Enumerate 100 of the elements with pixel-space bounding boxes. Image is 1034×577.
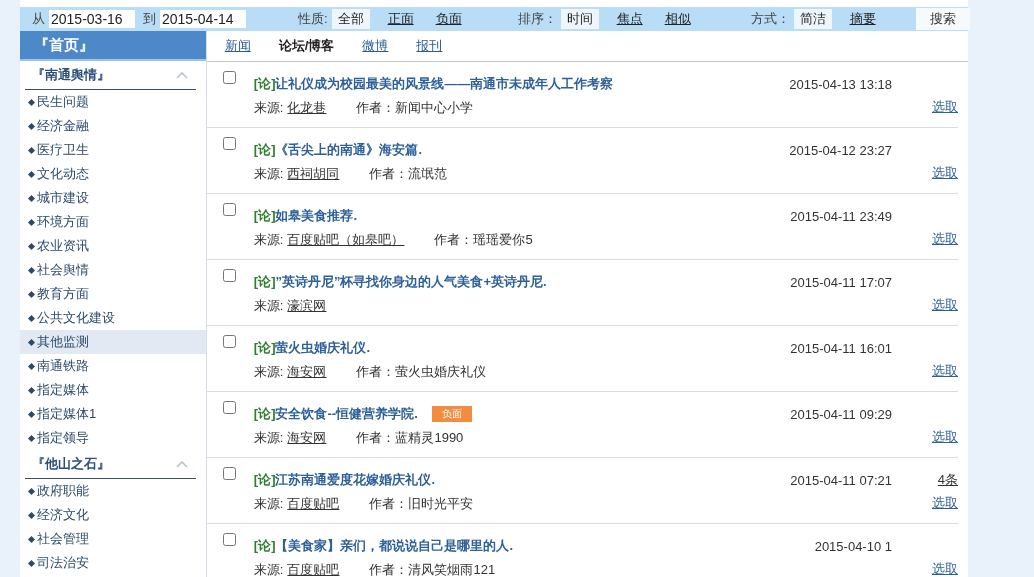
sidebar-item[interactable]: 南通铁路 (20, 354, 206, 378)
tab[interactable]: 新闻 (224, 37, 251, 55)
date-field[interactable]: 2015-04-14 (160, 10, 246, 28)
source-link[interactable]: 海安网 (287, 429, 327, 447)
article-title[interactable]: [论]让礼仪成为校园最美的风景线——南通市未成年人工作考察 (253, 75, 614, 93)
article-title[interactable]: [论]《舌尖上的南通》海安篇. (253, 141, 423, 159)
bullet-icon (27, 290, 36, 298)
source-link[interactable]: 西祠胡同 (287, 165, 340, 183)
select-link[interactable]: 选取 (932, 494, 958, 512)
source-link[interactable]: 濠滨网 (287, 297, 327, 315)
sidebar-item[interactable]: 环境方面 (20, 210, 206, 234)
bullet-icon (27, 170, 36, 178)
source-link[interactable]: 化龙巷 (287, 99, 327, 117)
bullet-icon (27, 434, 36, 442)
filter-option[interactable]: 负面 (429, 9, 468, 29)
sidebar-item[interactable]: 城市建设 (20, 186, 206, 210)
count-link[interactable]: 4条 (937, 471, 958, 489)
sidebar-item[interactable]: 社会舆情 (20, 258, 206, 282)
bullet-icon (27, 511, 36, 519)
sidebar-item[interactable]: 政府职能 (20, 479, 206, 503)
filter-option[interactable]: 摘要 (843, 9, 882, 29)
article-title[interactable]: [论]【美食家】亲们，都说说自己是哪里的人. (253, 537, 514, 555)
article-title[interactable]: [论]江苏南通爱度花嫁婚庆礼仪. (253, 471, 436, 489)
date-field[interactable]: 2015-03-16 (49, 10, 135, 28)
sidebar-item[interactable]: 公共文化建设 (20, 306, 206, 330)
source-link[interactable]: 海安网 (287, 363, 327, 381)
home-link[interactable]: 『首页』 (20, 31, 206, 61)
checkbox[interactable] (222, 401, 236, 414)
bullet-icon (27, 362, 36, 370)
filter-option[interactable]: 时间 (560, 9, 599, 29)
sidebar-item[interactable]: 司法治安 (20, 551, 206, 575)
filter-option[interactable]: 简洁 (793, 9, 832, 29)
source-link[interactable]: 百度贴吧 (287, 561, 340, 577)
author-text: 作者：瑶瑶爱你5 (434, 231, 533, 249)
checkbox[interactable] (222, 335, 236, 348)
checkbox[interactable] (222, 203, 236, 216)
sidebar-item[interactable]: 文化动态 (20, 162, 206, 186)
filter-label: 性质: (298, 10, 328, 28)
timestamp: 2015-04-11 17:07 (790, 274, 892, 290)
bullet-icon (27, 314, 36, 322)
filter-option[interactable]: 相似 (658, 9, 697, 29)
tab[interactable]: 论坛/博客 (278, 37, 335, 55)
sidebar-item[interactable]: 其他监测 (20, 330, 206, 354)
timestamp: 2015-04-10 1 (814, 538, 892, 554)
select-link[interactable]: 选取 (932, 230, 958, 248)
bullet-icon (27, 338, 36, 346)
select-link[interactable]: 选取 (932, 296, 958, 314)
article-title[interactable]: [论]如皋美食推荐. (253, 207, 358, 225)
bullet-icon (27, 122, 36, 130)
select-link[interactable]: 选取 (932, 164, 958, 182)
timestamp: 2015-04-11 23:49 (790, 208, 892, 224)
checkbox[interactable] (222, 137, 236, 150)
source-link[interactable]: 百度贴吧（如皋吧） (287, 231, 405, 249)
timestamp: 2015-04-11 09:29 (790, 406, 892, 422)
checkbox[interactable] (222, 467, 236, 480)
bullet-icon (27, 559, 36, 567)
sentiment-tag: 负面 (431, 406, 472, 422)
bullet-icon (27, 146, 36, 154)
bullet-icon (27, 218, 36, 226)
sidebar-item[interactable]: 指定媒体 (20, 378, 206, 402)
source-label: 来源: (253, 363, 284, 381)
sidebar-item[interactable]: 经济金融 (20, 114, 206, 138)
filter-option[interactable]: 焦点 (610, 9, 649, 29)
checkbox[interactable] (222, 71, 236, 84)
source-label: 来源: (253, 165, 284, 183)
article-title[interactable]: [论]萤火虫婚庆礼仪. (253, 339, 371, 357)
filter-option[interactable]: 全部 (331, 9, 370, 29)
timestamp: 2015-04-12 23:27 (789, 142, 892, 158)
tab[interactable]: 报刊 (416, 37, 443, 55)
sidebar-item[interactable]: 农业资讯 (20, 234, 206, 258)
search-button[interactable]: 搜索 (915, 8, 970, 30)
select-link[interactable]: 选取 (932, 362, 958, 380)
source-link[interactable]: 百度贴吧 (287, 495, 340, 513)
source-label: 来源: (253, 561, 284, 577)
sidebar-item[interactable]: 教育方面 (20, 282, 206, 306)
bullet-icon (27, 266, 36, 274)
select-link[interactable]: 选取 (932, 560, 958, 577)
sidebar-item[interactable]: 民生问题 (20, 90, 206, 114)
timestamp: 2015-04-11 16:01 (790, 340, 892, 356)
article-title[interactable]: [论]安全饮食--恒健营养学院. (253, 405, 418, 423)
sidebar-item[interactable]: 经济文化 (20, 503, 206, 527)
article-title[interactable]: [论]”英诗丹尼”杯寻找你身边的人气美食+英诗丹尼. (253, 273, 547, 291)
bullet-icon (27, 194, 36, 202)
checkbox[interactable] (222, 269, 236, 282)
bullet-icon (27, 410, 36, 418)
source-label: 来源: (253, 297, 284, 315)
bullet-icon (27, 487, 36, 495)
source-label: 来源: (253, 429, 284, 447)
bullet-icon (27, 386, 36, 394)
sidebar-item[interactable]: 指定媒体1 (20, 402, 206, 426)
sidebar-item[interactable]: 指定领导 (20, 426, 206, 450)
sidebar-item[interactable]: 社会管理 (20, 527, 206, 551)
filter-label: 方式： (750, 10, 790, 28)
sidebar-item[interactable]: 医疗卫生 (20, 138, 206, 162)
filter-option[interactable]: 正面 (381, 9, 420, 29)
section-title: 『南通舆情』 (32, 66, 110, 84)
select-link[interactable]: 选取 (932, 428, 958, 446)
checkbox[interactable] (222, 533, 236, 546)
select-link[interactable]: 选取 (932, 98, 958, 116)
tab[interactable]: 微博 (362, 37, 389, 55)
